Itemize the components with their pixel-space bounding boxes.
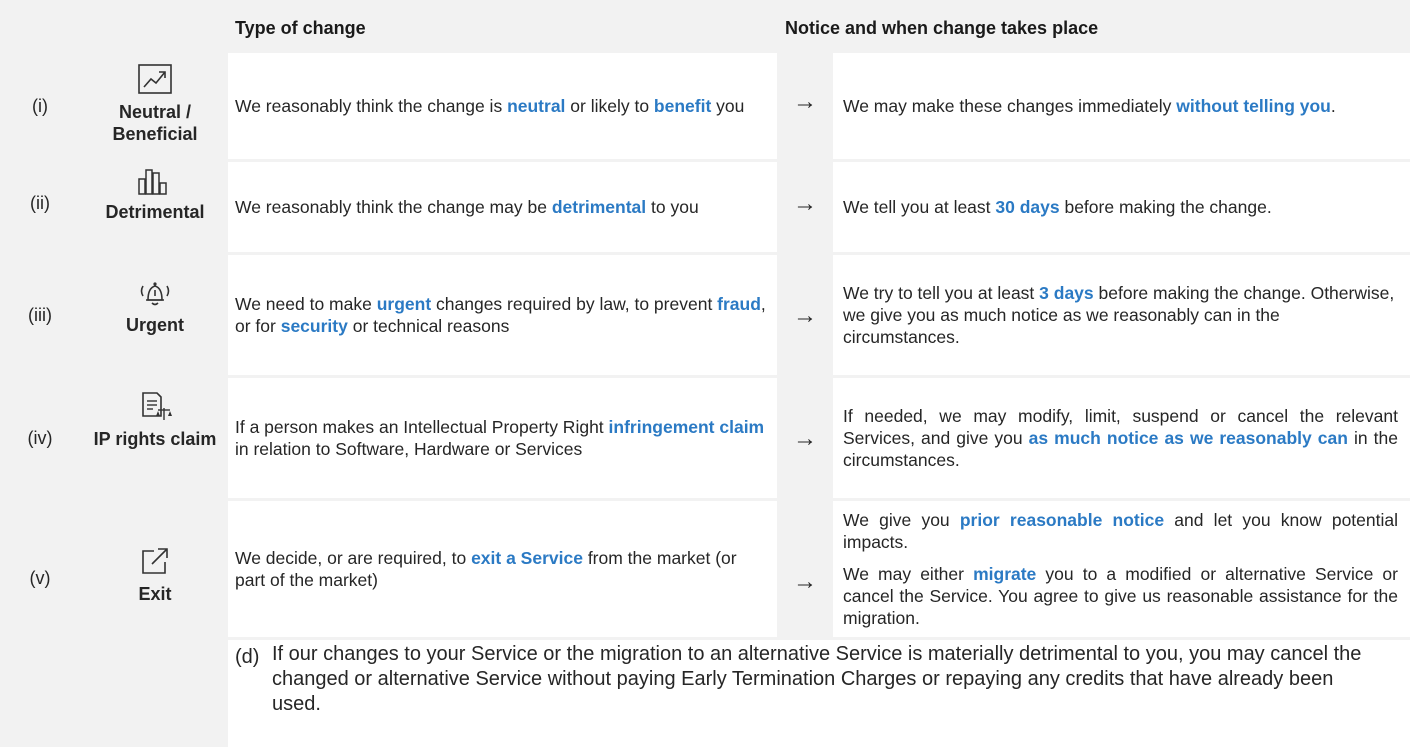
- change-description: We decide, or are required, to exit a Se…: [228, 501, 777, 637]
- exit-arrow-icon: [142, 548, 168, 574]
- notice-text: If needed, we may modify, limit, suspend…: [833, 378, 1410, 498]
- arrow-icon: →: [793, 88, 817, 115]
- notice-text: We may make these changes immediately wi…: [833, 53, 1410, 159]
- category-label: Exit: [138, 584, 172, 604]
- row-number: (v): [29, 568, 51, 588]
- row-number: (i): [32, 96, 48, 116]
- notice-text: We give you prior reasonable notice and …: [833, 501, 1410, 637]
- category-urgent: Urgent: [80, 278, 230, 336]
- category-label: IP rights claim: [93, 429, 217, 449]
- category-label: Neutral / Beneficial: [112, 102, 198, 144]
- row-number: (ii): [30, 193, 50, 213]
- category-detrimental: Detrimental: [80, 167, 230, 223]
- alarm-bell-icon: [140, 282, 170, 306]
- category-label: Urgent: [126, 315, 184, 335]
- arrow-icon: →: [793, 302, 817, 329]
- arrow-icon: →: [793, 568, 817, 595]
- footnote-label: (d): [235, 646, 260, 668]
- notice-text: We try to tell you at least 3 days befor…: [833, 255, 1410, 375]
- arrow-icon: →: [793, 425, 817, 452]
- change-description: We need to make urgent changes required …: [228, 255, 777, 375]
- footnote-text: If our changes to your Service or the mi…: [272, 643, 1362, 715]
- trend-chart-icon: [138, 64, 172, 94]
- header-notice: Notice and when change takes place: [785, 18, 1099, 38]
- bar-chart-icon: [138, 169, 167, 195]
- change-description: If a person makes an Intellectual Proper…: [228, 378, 777, 498]
- document-scales-icon: [142, 392, 172, 420]
- category-exit: Exit: [80, 545, 230, 605]
- arrow-icon: →: [793, 190, 817, 217]
- change-description: We reasonably think the change is neutra…: [228, 53, 777, 159]
- header-type-of-change: Type of change: [235, 18, 366, 38]
- row-number: (iii): [28, 305, 52, 325]
- category-neutral: Neutral / Beneficial: [80, 63, 230, 145]
- notice-text: We tell you at least 30 days before maki…: [833, 162, 1410, 252]
- change-description: We reasonably think the change may be de…: [228, 162, 777, 252]
- category-ip-rights: IP rights claim: [80, 390, 230, 450]
- category-label: Detrimental: [105, 202, 205, 222]
- row-number: (iv): [27, 428, 53, 448]
